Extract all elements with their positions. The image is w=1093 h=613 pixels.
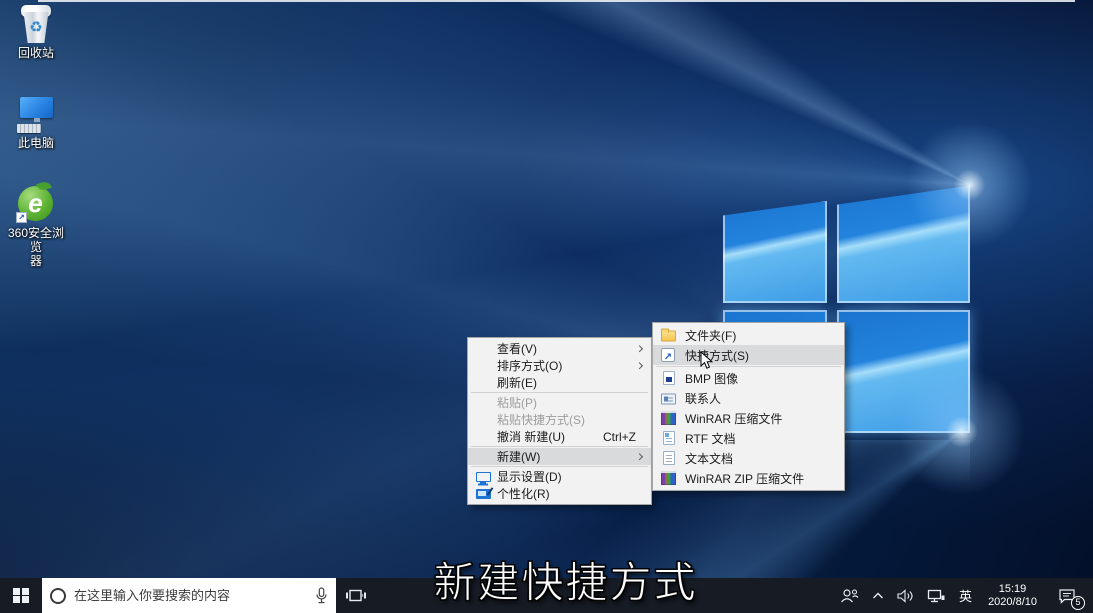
clock-time: 15:19 <box>988 583 1037 596</box>
keyboard <box>17 124 41 133</box>
menu-item-label: 显示设置(D) <box>497 468 562 485</box>
shortcut-overlay-icon: ↗ <box>16 212 27 223</box>
menu-item-label: 文本文档 <box>685 450 733 467</box>
menu-item-label: 文件夹(F) <box>685 327 736 344</box>
system-tray: 英 15:19 2020/8/10 5 <box>838 578 1093 613</box>
menu-item-label: 撤消 新建(U) <box>497 428 565 445</box>
new-submenu-item-contact[interactable]: 联系人 <box>653 388 844 408</box>
menu-separator <box>471 392 648 393</box>
monitor-screen <box>20 97 53 118</box>
shortcut-icon <box>661 348 675 362</box>
video-caption: 新建快捷方式 <box>433 549 697 610</box>
bmp-icon <box>663 371 675 385</box>
context-menu-item-display-settings[interactable]: 显示设置(D) <box>468 468 651 485</box>
language-indicator[interactable]: 英 <box>956 586 975 605</box>
personalize-icon <box>476 489 491 499</box>
menu-separator <box>471 446 648 447</box>
submenu-arrow-icon <box>636 453 643 460</box>
context-menu: 查看(V)排序方式(O)刷新(E) 粘贴(P)粘贴快捷方式(S)撤消 新建(U) C… <box>467 337 652 505</box>
txt-icon <box>663 451 675 465</box>
context-menu-item-paste-shortcut: 粘贴快捷方式(S) <box>468 411 651 428</box>
new-submenu: 文件夹(F) 快捷方式(S) BMP 图像联系人 WinRAR 压缩文件 RTF 文档文… <box>652 322 845 491</box>
cortana-circle-icon <box>50 588 66 604</box>
menu-item-label: 快捷方式(S) <box>685 347 749 364</box>
top-edge-line <box>38 0 1075 2</box>
browser-letter: e <box>28 188 42 219</box>
microphone-icon[interactable] <box>315 587 328 605</box>
menu-item-label: 刷新(E) <box>497 374 537 391</box>
new-submenu-item-bmp-image[interactable]: BMP 图像 <box>653 368 844 388</box>
rtf-icon <box>663 431 675 445</box>
menu-item-label: 联系人 <box>685 390 721 407</box>
show-hidden-icons-chevron[interactable] <box>870 590 886 602</box>
new-submenu-item-winrar-archive[interactable]: WinRAR 压缩文件 <box>653 408 844 428</box>
network-icon[interactable] <box>925 587 947 605</box>
action-center-button[interactable]: 5 <box>1056 586 1083 606</box>
menu-item-shortcut: Ctrl+Z <box>603 430 641 444</box>
new-submenu-item-text-document[interactable]: 文本文档 <box>653 448 844 468</box>
screen: ♻ 回收站 此电脑 e ↗ 360安全浏览 器 查看(V)排序方 <box>0 0 1093 613</box>
desktop-icon-label: 360安全浏览 器 <box>3 226 69 268</box>
clock[interactable]: 15:19 2020/8/10 <box>984 583 1041 609</box>
menu-item-label: 查看(V) <box>497 340 537 357</box>
menu-item-label: WinRAR ZIP 压缩文件 <box>685 470 804 487</box>
menu-item-label: RTF 文档 <box>685 430 735 447</box>
task-view-icon <box>345 587 367 604</box>
notification-count-badge: 5 <box>1071 596 1085 610</box>
search-input[interactable] <box>74 588 307 603</box>
winrar-icon <box>661 411 676 425</box>
this-pc-icon <box>16 94 56 134</box>
clock-date: 2020/8/10 <box>988 596 1037 609</box>
submenu-arrow-icon <box>636 345 643 352</box>
menu-separator <box>656 366 841 367</box>
desktop-icon-360-browser[interactable]: e ↗ 360安全浏览 器 <box>3 184 69 268</box>
menu-item-label: 新建(W) <box>497 448 540 465</box>
menu-separator <box>471 466 648 467</box>
menu-item-label: WinRAR 压缩文件 <box>685 410 782 427</box>
contact-icon <box>661 394 676 405</box>
context-menu-item-personalize[interactable]: 个性化(R) <box>468 485 651 502</box>
people-icon[interactable] <box>838 586 861 606</box>
desktop-icon-recycle-bin[interactable]: ♻ 回收站 <box>3 4 69 60</box>
desktop-icon-label: 回收站 <box>3 46 69 60</box>
desktop-icon-label: 此电脑 <box>3 136 69 150</box>
new-submenu-item-rtf-document[interactable]: RTF 文档 <box>653 428 844 448</box>
context-menu-item-paste: 粘贴(P) <box>468 394 651 411</box>
start-button[interactable] <box>0 578 42 613</box>
task-view-button[interactable] <box>336 578 376 613</box>
menu-item-label: BMP 图像 <box>685 370 738 387</box>
context-menu-item-view[interactable]: 查看(V) <box>468 340 651 357</box>
menu-item-label: 排序方式(O) <box>497 357 562 374</box>
new-submenu-item-folder[interactable]: 文件夹(F) <box>653 325 844 345</box>
recycle-bin-icon: ♻ <box>16 4 56 44</box>
menu-item-label: 个性化(R) <box>497 485 550 502</box>
submenu-arrow-icon <box>636 362 643 369</box>
context-menu-item-undo-new[interactable]: 撤消 新建(U) Ctrl+Z <box>468 428 651 445</box>
recycle-bin-body: ♻ <box>23 12 49 43</box>
mouse-cursor <box>700 351 714 371</box>
menu-item-label: 粘贴快捷方式(S) <box>497 411 585 428</box>
volume-icon[interactable] <box>895 587 916 605</box>
monitor-stand <box>34 118 40 122</box>
display-icon <box>476 472 491 482</box>
new-submenu-item-winrar-zip-archive[interactable]: WinRAR ZIP 压缩文件 <box>653 468 844 488</box>
desktop-icon-this-pc[interactable]: 此电脑 <box>3 94 69 150</box>
folder-icon <box>661 331 676 342</box>
taskbar-search-box[interactable] <box>42 578 336 613</box>
context-menu-item-refresh[interactable]: 刷新(E) <box>468 374 651 391</box>
360-browser-icon: e ↗ <box>16 184 56 224</box>
winrar-icon <box>661 471 676 485</box>
menu-item-label: 粘贴(P) <box>497 394 537 411</box>
recycle-symbol: ♻ <box>29 20 42 35</box>
context-menu-item-new[interactable]: 新建(W) <box>468 448 651 465</box>
new-submenu-item-shortcut[interactable]: 快捷方式(S) <box>653 345 844 365</box>
windows-start-icon <box>13 588 29 604</box>
context-menu-item-sort-by[interactable]: 排序方式(O) <box>468 357 651 374</box>
